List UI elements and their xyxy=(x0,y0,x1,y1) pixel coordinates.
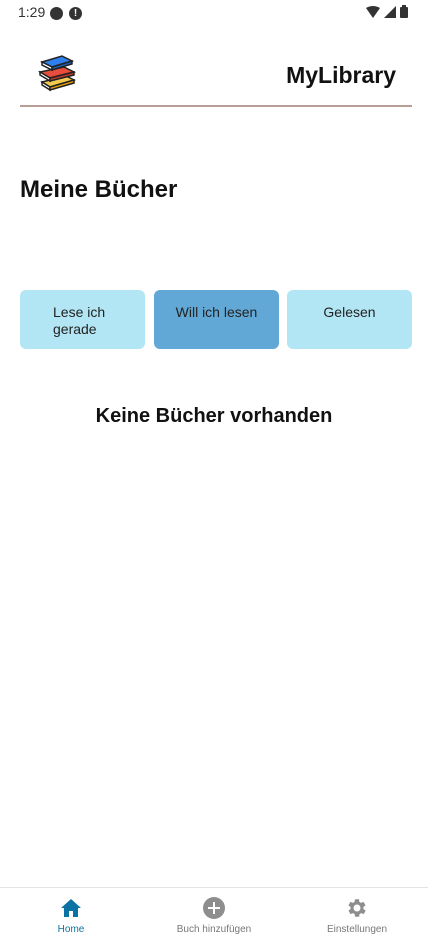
nav-label-settings: Einstellungen xyxy=(326,924,388,935)
app-title: MyLibrary xyxy=(286,62,396,88)
nav-item-add-book[interactable]: Buch hinzufügen xyxy=(143,888,285,937)
nav-label-add-book: Buch hinzufügen xyxy=(176,924,252,935)
header-divider xyxy=(20,105,412,107)
nav-item-settings[interactable]: Einstellungen xyxy=(286,888,428,937)
gear-icon xyxy=(348,899,366,917)
nav-item-home[interactable]: Home xyxy=(0,888,142,937)
nav-label-home: Home xyxy=(57,924,85,935)
filter-read-button[interactable]: Gelesen xyxy=(287,290,412,349)
bottom-nav: Home Buch hinzufügen Einstellungen xyxy=(0,887,428,937)
filter-row: Lese ich gerade Will ich lesen Gelesen xyxy=(20,290,412,350)
battery-icon xyxy=(400,5,408,18)
wifi-icon xyxy=(366,5,380,18)
app-header: MyLibrary xyxy=(0,40,428,108)
alert-icon: ! xyxy=(69,7,82,20)
status-time: 1:29 xyxy=(18,4,46,20)
books-stack-icon xyxy=(37,55,77,92)
empty-state-message: Keine Bücher vorhanden xyxy=(95,405,333,427)
notification-dot-icon xyxy=(50,7,63,20)
filter-reading-button[interactable]: Lese ich gerade xyxy=(20,290,145,349)
add-circle-icon xyxy=(203,897,225,919)
home-icon xyxy=(61,899,81,917)
filter-want-to-read-button[interactable]: Will ich lesen xyxy=(154,290,279,349)
status-icons xyxy=(366,5,408,18)
page-title: Meine Bücher xyxy=(20,176,178,203)
signal-icon xyxy=(384,5,396,18)
status-bar: 1:29 ! xyxy=(0,0,428,26)
